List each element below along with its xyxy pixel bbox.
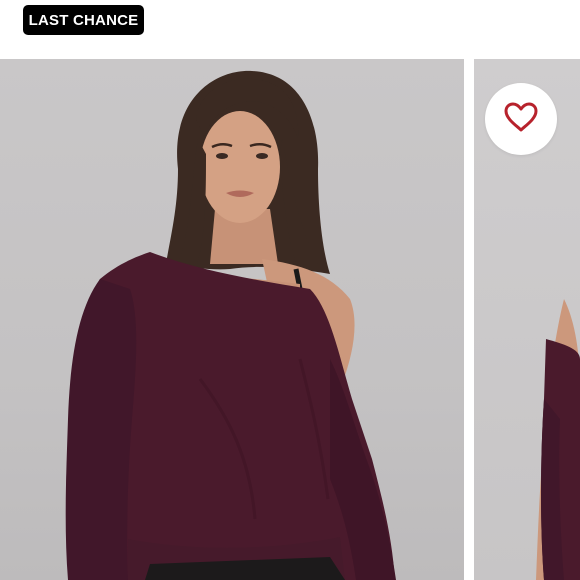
badge-label: LAST CHANCE xyxy=(28,11,139,29)
model-photo xyxy=(65,70,396,580)
product-image-main[interactable] xyxy=(0,59,464,580)
heart-icon xyxy=(503,101,539,138)
favorite-button[interactable] xyxy=(485,83,557,155)
last-chance-badge: LAST CHANCE xyxy=(23,5,144,35)
